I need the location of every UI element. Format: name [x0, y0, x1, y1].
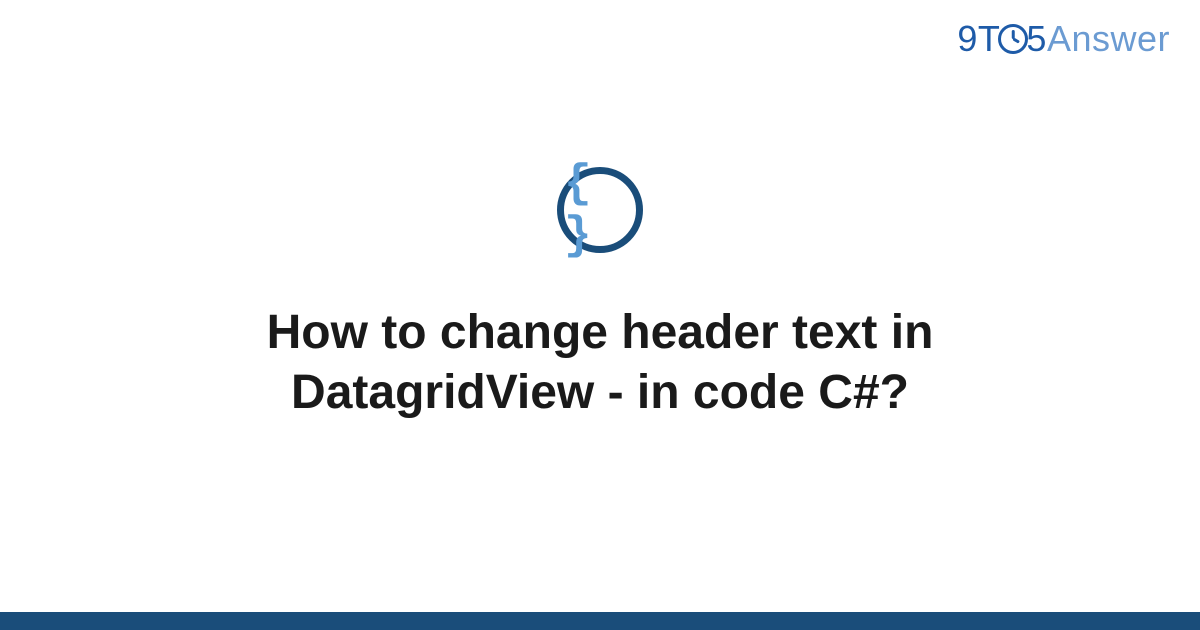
question-title: How to change header text in DatagridVie…	[150, 303, 1050, 423]
code-braces-icon: { }	[564, 158, 636, 262]
clock-icon	[998, 24, 1028, 54]
site-header: 9T5Answer	[957, 18, 1170, 60]
site-logo[interactable]: 9T5Answer	[957, 18, 1170, 60]
logo-nine: 9	[957, 18, 978, 59]
logo-answer: Answer	[1047, 18, 1170, 59]
logo-five: 5	[1026, 18, 1047, 59]
logo-t: T	[978, 18, 1001, 59]
footer-accent-bar	[0, 612, 1200, 630]
category-badge: { }	[557, 167, 643, 253]
main-content: { } How to change header text in Datagri…	[0, 0, 1200, 630]
